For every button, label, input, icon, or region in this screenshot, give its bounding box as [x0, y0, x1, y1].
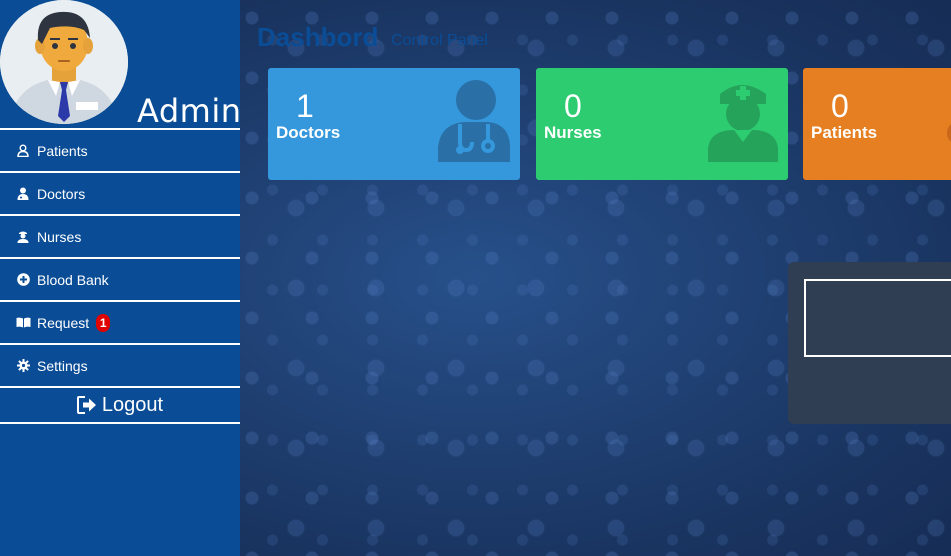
- request-count-badge: 1: [96, 313, 111, 332]
- sidebar-item-label: Doctors: [37, 185, 86, 202]
- doctors-count: 1: [296, 88, 314, 124]
- sidebar-item-settings[interactable]: Settings: [0, 345, 240, 388]
- user-icon: [15, 143, 31, 159]
- logout-label: Logout: [101, 393, 164, 416]
- doctor-icon: [438, 78, 512, 167]
- page-title: Dashbord: [257, 22, 379, 52]
- doctors-label: Doctors: [276, 123, 341, 142]
- sidebar-item-doctors[interactable]: Doctors: [0, 173, 240, 216]
- nurses-label: Nurses: [544, 123, 602, 142]
- page-subtitle: Control Panel: [391, 32, 488, 49]
- nurses-count: 0: [564, 88, 582, 124]
- nurse-icon: [15, 229, 31, 245]
- admin-label: Admin: [137, 92, 242, 130]
- sidebar-item-label: Request: [37, 314, 90, 331]
- info-panel: [788, 262, 951, 424]
- patient-icon: [945, 118, 951, 153]
- plus-circle-icon: [15, 272, 31, 288]
- logout-button[interactable]: Logout: [0, 388, 240, 424]
- patients-count: 0: [831, 88, 849, 124]
- sidebar: Admin Patients Doctors Nurses Blood Bank: [0, 0, 242, 556]
- sidebar-item-label: Patients: [37, 142, 88, 159]
- sidebar-item-patients[interactable]: Patients: [0, 130, 240, 173]
- gear-icon: [15, 358, 31, 374]
- patients-label: Patients: [811, 123, 878, 142]
- sidebar-item-label: Nurses: [37, 228, 82, 245]
- doctors-stat-card[interactable]: 1 Doctors: [268, 68, 520, 180]
- sidebar-item-request[interactable]: Request 1: [0, 302, 240, 345]
- sidebar-nav: Patients Doctors Nurses Blood Bank Reque…: [0, 128, 240, 388]
- sidebar-item-label: Blood Bank: [37, 271, 109, 288]
- nurse-icon: [706, 78, 780, 167]
- sidebar-item-nurses[interactable]: Nurses: [0, 216, 240, 259]
- nurses-stat-card[interactable]: 0 Nurses: [536, 68, 788, 180]
- sidebar-item-blood-bank[interactable]: Blood Bank: [0, 259, 240, 302]
- book-icon: [15, 315, 31, 331]
- doctor-icon: [15, 186, 31, 202]
- sidebar-item-label: Settings: [37, 357, 88, 374]
- sign-out-icon: [76, 396, 97, 414]
- patients-stat-card[interactable]: 0 Patients: [803, 68, 951, 180]
- panel-content-box: [804, 279, 951, 357]
- admin-avatar: [0, 0, 128, 124]
- profile-header: Admin: [0, 0, 242, 130]
